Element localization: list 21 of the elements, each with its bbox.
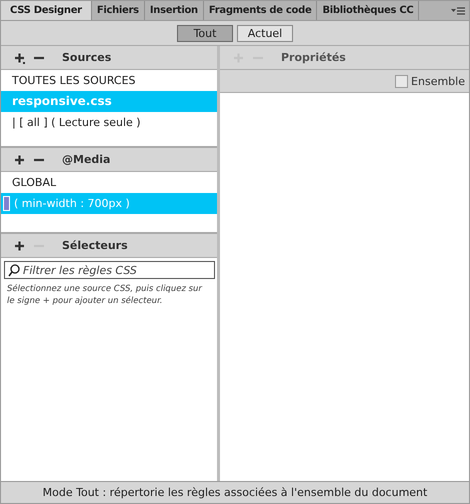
source-item[interactable]: TOUTES LES SOURCES — [1, 70, 217, 91]
search-icon — [8, 264, 20, 276]
tab[interactable]: CSS Designer — [1, 1, 92, 20]
media-item[interactable]: GLOBAL — [1, 172, 217, 193]
add-icon[interactable] — [14, 154, 26, 166]
source-item[interactable]: | [ all ] ( Lecture seule ) — [1, 112, 217, 133]
marker-icon — [3, 196, 10, 211]
status-bar: Mode Tout : répertorie les règles associées à l'ensemble du document — [1, 481, 469, 503]
add-icon[interactable] — [14, 240, 26, 252]
hint-text: Sélectionnez une source CSS, puis cliquez sur le signe + pour ajouter un sélecteur. — [7, 283, 204, 307]
mode-button[interactable]: Tout — [177, 24, 233, 42]
menu-icon[interactable] — [451, 6, 465, 16]
panel-title: Propriétés — [281, 51, 346, 64]
mode-button[interactable]: Actuel — [237, 24, 293, 42]
add-icon[interactable] — [14, 52, 26, 64]
panel-title: @Media — [62, 153, 110, 166]
search-field[interactable]: Filtrer les règles CSS — [4, 261, 215, 279]
checkbox-label: Ensemble — [411, 74, 465, 88]
panel-title: Sources — [62, 51, 112, 64]
checkbox[interactable] — [395, 74, 408, 88]
panel-title: Sélecteurs — [62, 239, 128, 252]
